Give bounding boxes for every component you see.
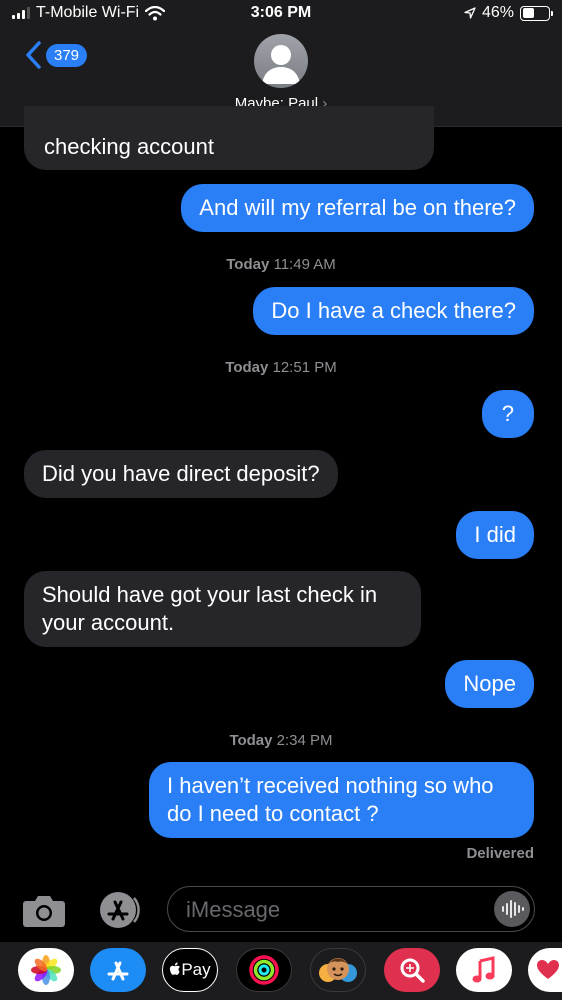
photos-app-button[interactable] — [18, 948, 74, 992]
apps-button[interactable] — [96, 890, 144, 930]
chevron-left-icon — [26, 41, 41, 69]
message-text: Nope — [463, 671, 516, 696]
timestamp-day: Today — [226, 256, 270, 273]
memoji-app-icon — [319, 958, 357, 982]
message-bubble-outgoing[interactable]: I did — [456, 511, 534, 559]
music-note-icon — [472, 956, 495, 983]
timestamp-time: 11:49 AM — [273, 256, 336, 273]
app-drawer: Pay — [0, 942, 562, 1000]
message-text: Should have got your last check in your … — [42, 582, 378, 635]
message-text: I did — [474, 522, 516, 547]
message-bubble-incoming[interactable]: Did you have direct deposit? — [24, 450, 338, 498]
image-search-app-button[interactable] — [384, 948, 440, 992]
timestamp-day: Today — [225, 359, 269, 376]
camera-button[interactable] — [22, 892, 66, 928]
message-input-placeholder: iMessage — [186, 897, 281, 922]
location-arrow-icon — [464, 7, 476, 19]
camera-icon — [23, 896, 65, 927]
heart-icon — [537, 960, 559, 979]
memoji-app-button[interactable] — [310, 948, 366, 992]
message-bubble-outgoing[interactable]: I haven’t received nothing so who do I n… — [149, 762, 534, 838]
status-bar: T-Mobile Wi-Fi 3:06 PM 46% — [0, 0, 562, 30]
activity-app-icon — [249, 955, 279, 985]
person-icon — [262, 45, 300, 84]
waveform-icon — [502, 900, 524, 918]
photos-app-icon — [31, 955, 61, 985]
apple-pay-app-button[interactable]: Pay — [162, 948, 218, 992]
message-bubble-outgoing[interactable]: And will my referral be on there? — [181, 184, 534, 232]
timestamp: Today 11:49 AM — [0, 256, 562, 273]
contact-avatar[interactable] — [254, 34, 308, 88]
message-text: And will my referral be on there? — [199, 195, 516, 220]
message-bubble-outgoing[interactable]: ? — [481, 390, 534, 438]
message-bubble-incoming[interactable]: Should have got your last check in your … — [24, 571, 421, 647]
image-search-app-icon — [400, 958, 425, 983]
delivered-status: Delivered — [466, 845, 534, 862]
timestamp-time: 12:51 PM — [272, 359, 337, 376]
digital-touch-app-button[interactable] — [528, 948, 562, 992]
activity-app-button[interactable] — [236, 948, 292, 992]
unread-count-badge: 379 — [46, 43, 88, 67]
message-text: checking account — [44, 134, 214, 159]
timestamp: Today 2:34 PM — [0, 732, 562, 749]
message-text: Did you have direct deposit? — [42, 461, 320, 486]
message-bubble-outgoing[interactable]: Nope — [445, 660, 534, 708]
message-text: Do I have a check there? — [271, 298, 516, 323]
apple-pay-app-icon: Pay — [169, 960, 211, 980]
message-input[interactable]: iMessage — [167, 886, 535, 932]
message-text: I haven’t received nothing so who do I n… — [167, 773, 494, 826]
app-store-icon — [100, 892, 140, 928]
timestamp: Today 12:51 PM — [0, 359, 562, 376]
battery-icon — [520, 5, 553, 21]
audio-message-button[interactable] — [494, 891, 530, 927]
music-app-button[interactable] — [456, 948, 512, 992]
timestamp-time: 2:34 PM — [276, 732, 333, 749]
app-store-app-button[interactable] — [90, 948, 146, 992]
timestamp-day: Today — [229, 732, 273, 749]
battery-percent: 46% — [481, 4, 514, 21]
back-button[interactable]: 379 — [24, 40, 88, 70]
message-bubble-outgoing[interactable]: Do I have a check there? — [253, 287, 534, 335]
message-bubble-incoming[interactable]: checking account — [24, 106, 434, 170]
app-store-app-icon — [107, 961, 129, 981]
message-text: ? — [501, 401, 514, 426]
